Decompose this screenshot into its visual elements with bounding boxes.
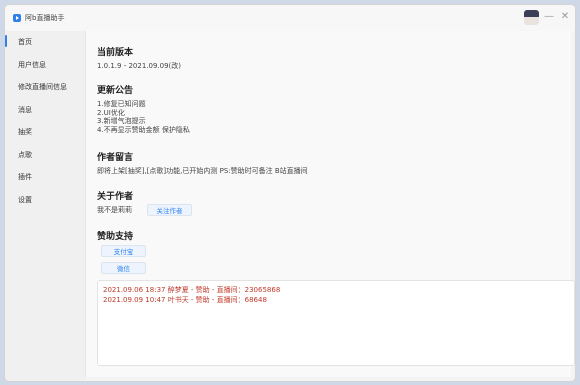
sidebar-item-messages[interactable]: 消息 [5,99,85,122]
update-line: 4.不再显示赞助金额 保护隐私 [97,125,190,134]
app-window: 阿b直播助手 — ✕ 首页 用户信息 修改直播间信息 消息 抽奖 点歌 插件 设… [4,4,576,382]
author-message-text: 即将上架[抽奖],[点歌]功能,已开始内测 PS:赞助时可备注 B站直播间 [97,167,308,175]
log-entry: 2021.09.09 10:47 叶书天 - 赞助 - 直播间：68648 [103,296,267,304]
sidebar-item-edit-room[interactable]: 修改直播间信息 [5,76,85,99]
title-bar: 阿b直播助手 — ✕ [5,5,575,31]
log-entry: 2021.09.06 18:37 醉梦夏 - 赞助 - 直播间：23065868 [103,286,281,294]
author-name: 我不是莉莉 [97,206,132,214]
app-logo-icon [13,14,21,22]
sidebar-item-home[interactable]: 首页 [5,31,85,54]
sponsor-title: 赞助支持 [97,232,134,242]
sidebar-item-user-info[interactable]: 用户信息 [5,54,85,77]
sidebar-item-lottery[interactable]: 抽奖 [5,121,85,144]
update-line: 2.UI优化 [97,108,125,117]
app-title: 阿b直播助手 [25,14,65,22]
minimize-icon[interactable]: — [543,11,555,23]
sidebar-item-song-request[interactable]: 点歌 [5,144,85,167]
sidebar: 首页 用户信息 修改直播间信息 消息 抽奖 点歌 插件 设置 [5,31,85,381]
version-title: 当前版本 [97,48,134,58]
about-title: 关于作者 [97,192,134,202]
close-icon[interactable]: ✕ [559,11,571,23]
update-line: 3.新增气泡提示 [97,117,146,125]
author-message-title: 作者留言 [97,153,134,163]
main-content: 当前版本 1.0.1.9 - 2021.09.09(改) 更新公告 1.修复已知… [85,31,575,377]
sidebar-item-settings[interactable]: 设置 [5,189,85,212]
sponsor-log[interactable]: 2021.09.06 18:37 醉梦夏 - 赞助 - 直播间：23065868… [97,280,575,366]
update-line: 1.修复已知问题 [97,100,146,108]
follow-author-button[interactable]: 关注作者 [147,204,192,216]
sidebar-item-plugins[interactable]: 插件 [5,166,85,189]
version-value: 1.0.1.9 - 2021.09.09(改) [97,62,182,70]
alipay-button[interactable]: 支付宝 [101,245,146,257]
wechat-button[interactable]: 微信 [101,262,146,274]
avatar[interactable] [524,10,539,25]
updates-title: 更新公告 [97,86,134,96]
